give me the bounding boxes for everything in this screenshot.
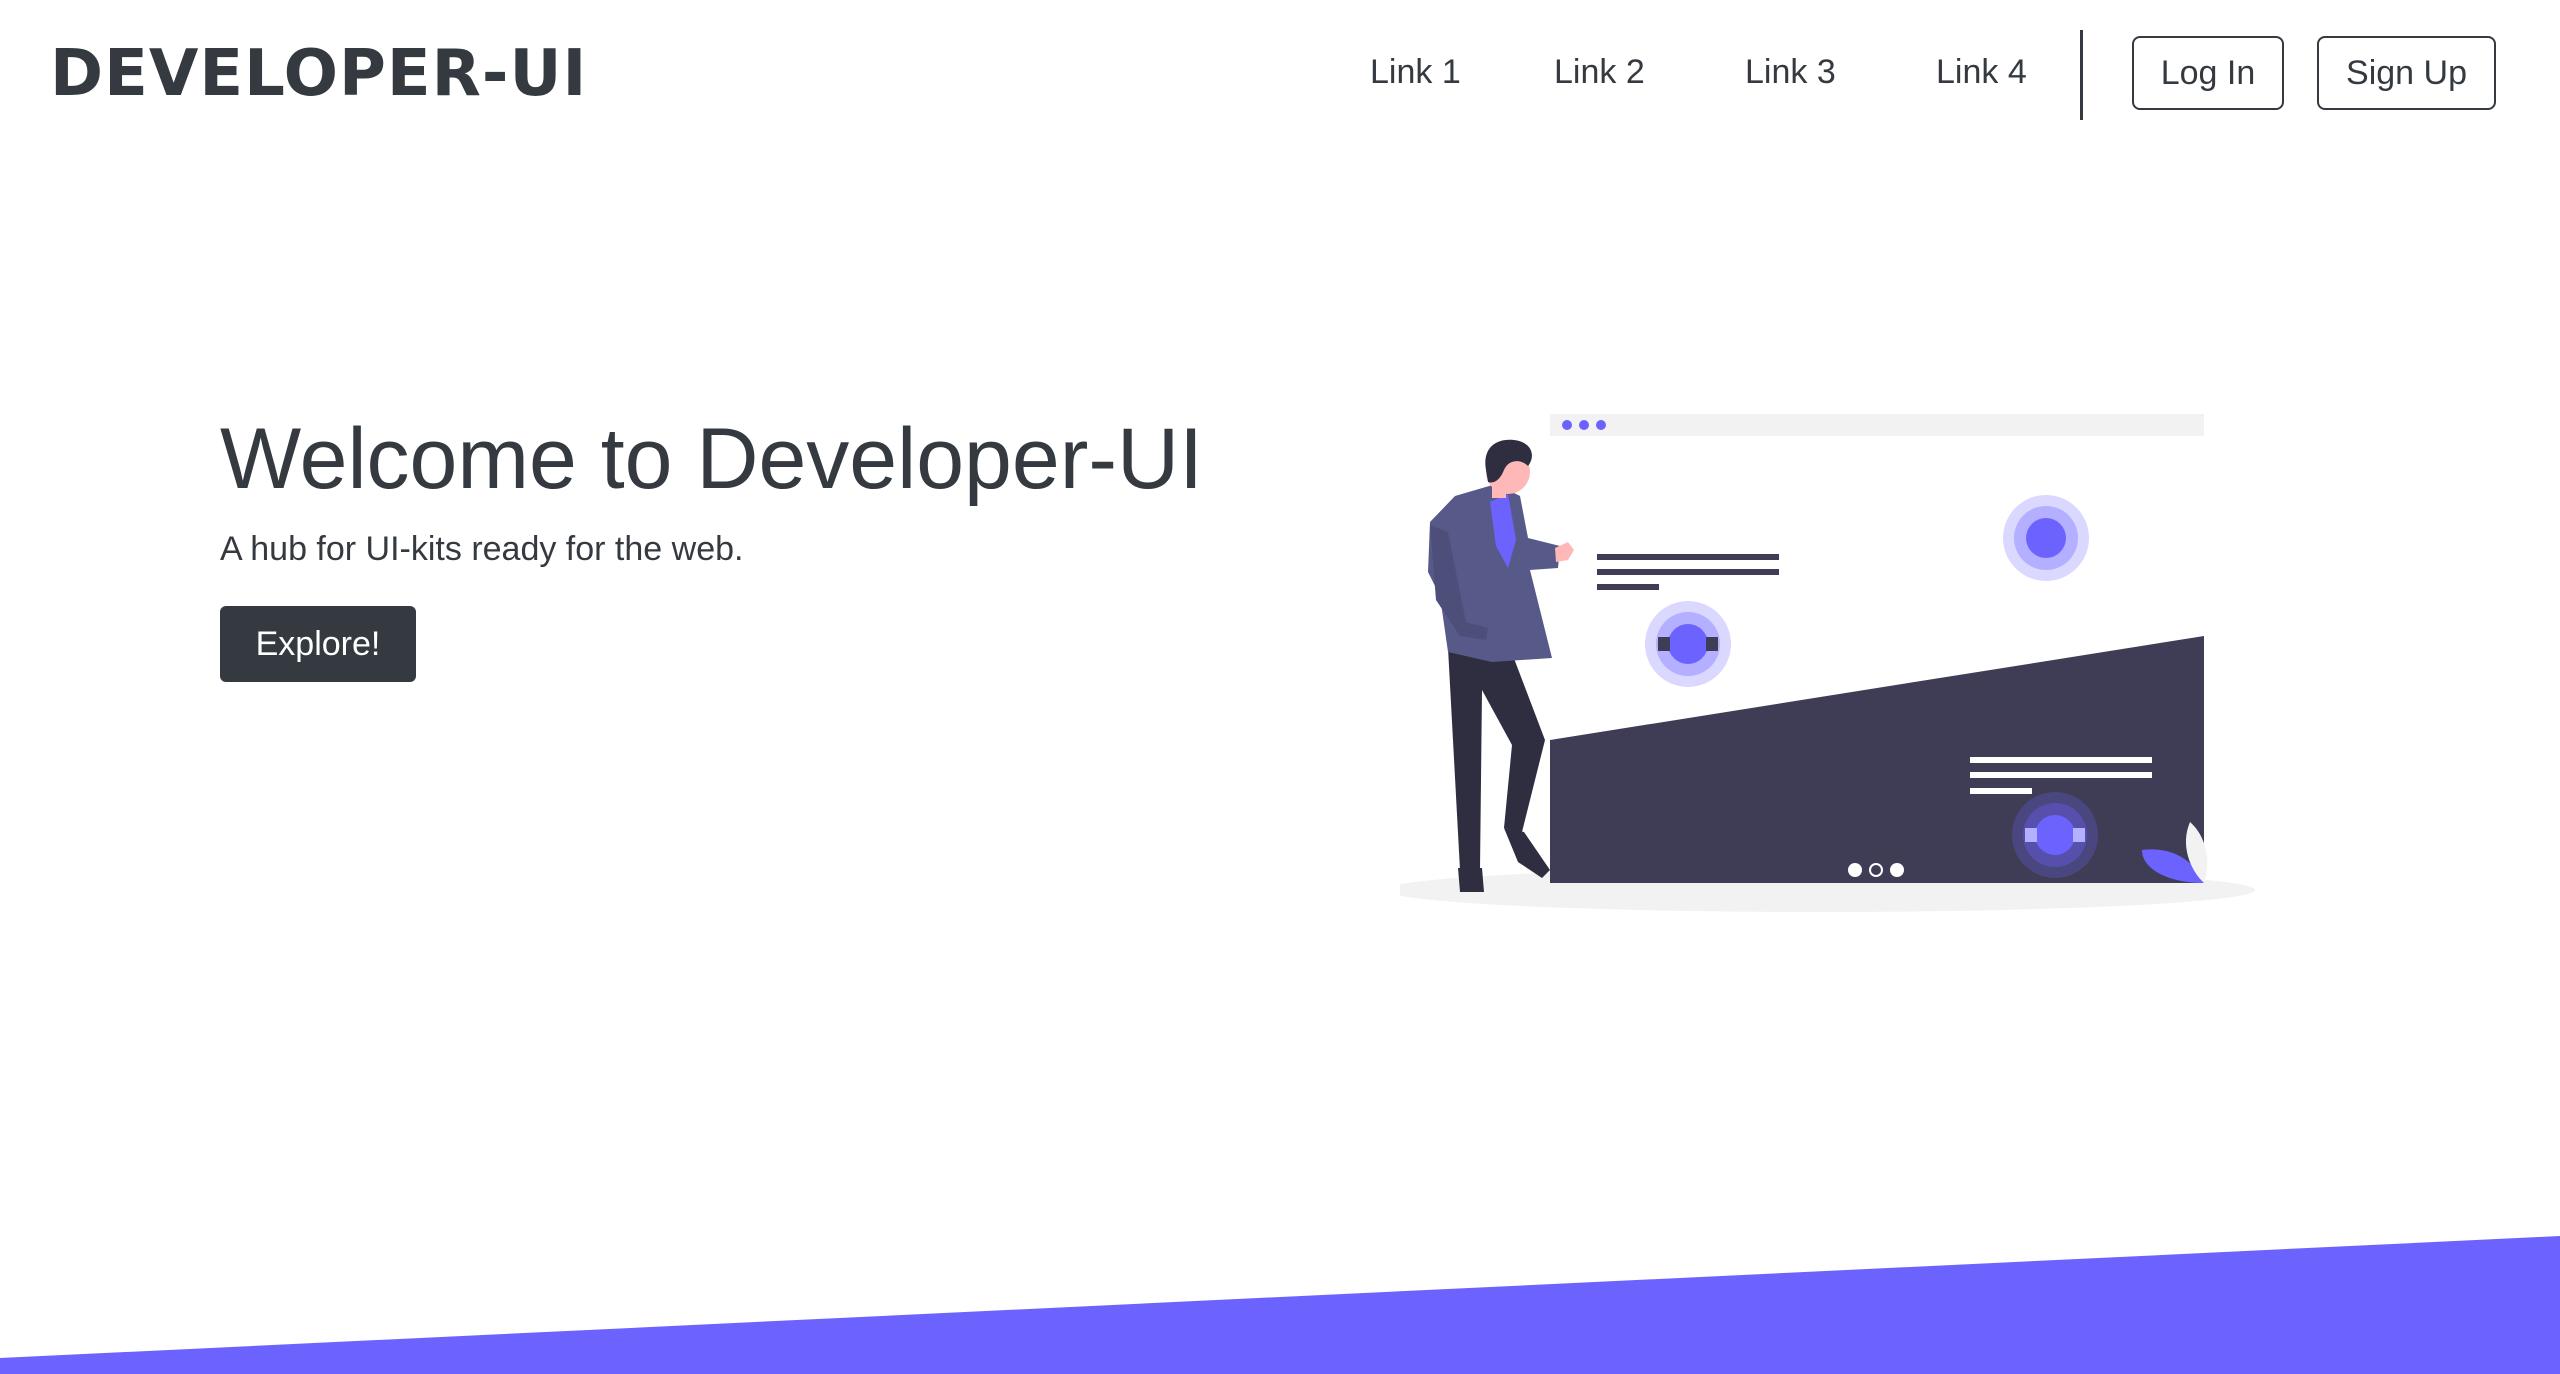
text-line [1970,772,2152,778]
nav-link-3[interactable]: Link 3 [1745,40,1836,104]
pagination-dot-icon [1848,863,1862,877]
pagination-dot-icon [1890,863,1904,877]
bottom-accent-band [0,1236,2560,1374]
navbar: DEVELOPER-UI Link 1 Link 2 Link 3 Link 4… [0,0,2560,146]
browser-dot-icon [1579,420,1589,430]
slider-handle [1658,637,1670,651]
slider-handle [1706,637,1718,651]
login-button[interactable]: Log In [2132,36,2284,110]
hero-title: Welcome to Developer-UI [220,411,1203,507]
explore-button[interactable]: Explore! [220,606,416,682]
slider-handle [2073,828,2085,842]
hero-illustration [1400,414,2255,912]
nav-link-4[interactable]: Link 4 [1936,40,2027,104]
text-line [1970,788,2032,794]
nav-link-2[interactable]: Link 2 [1554,40,1645,104]
text-line [1597,554,1779,560]
text-line [1597,569,1779,575]
nav-link-1[interactable]: Link 1 [1370,40,1461,104]
slider-handle [2025,828,2037,842]
slider-target-core [1668,624,1708,664]
text-line [1970,757,2152,763]
nav-divider [2080,30,2083,120]
slider-target-core [2035,815,2075,855]
browser-dot-icon [1596,420,1606,430]
brand-logo[interactable]: DEVELOPER-UI [50,34,587,114]
text-line [1597,584,1659,590]
browser-dot-icon [1562,420,1572,430]
signup-button[interactable]: Sign Up [2317,36,2496,110]
target-core [2026,518,2066,558]
hero-subtitle: A hub for UI-kits ready for the web. [220,530,744,568]
browser-bar [1550,414,2204,436]
